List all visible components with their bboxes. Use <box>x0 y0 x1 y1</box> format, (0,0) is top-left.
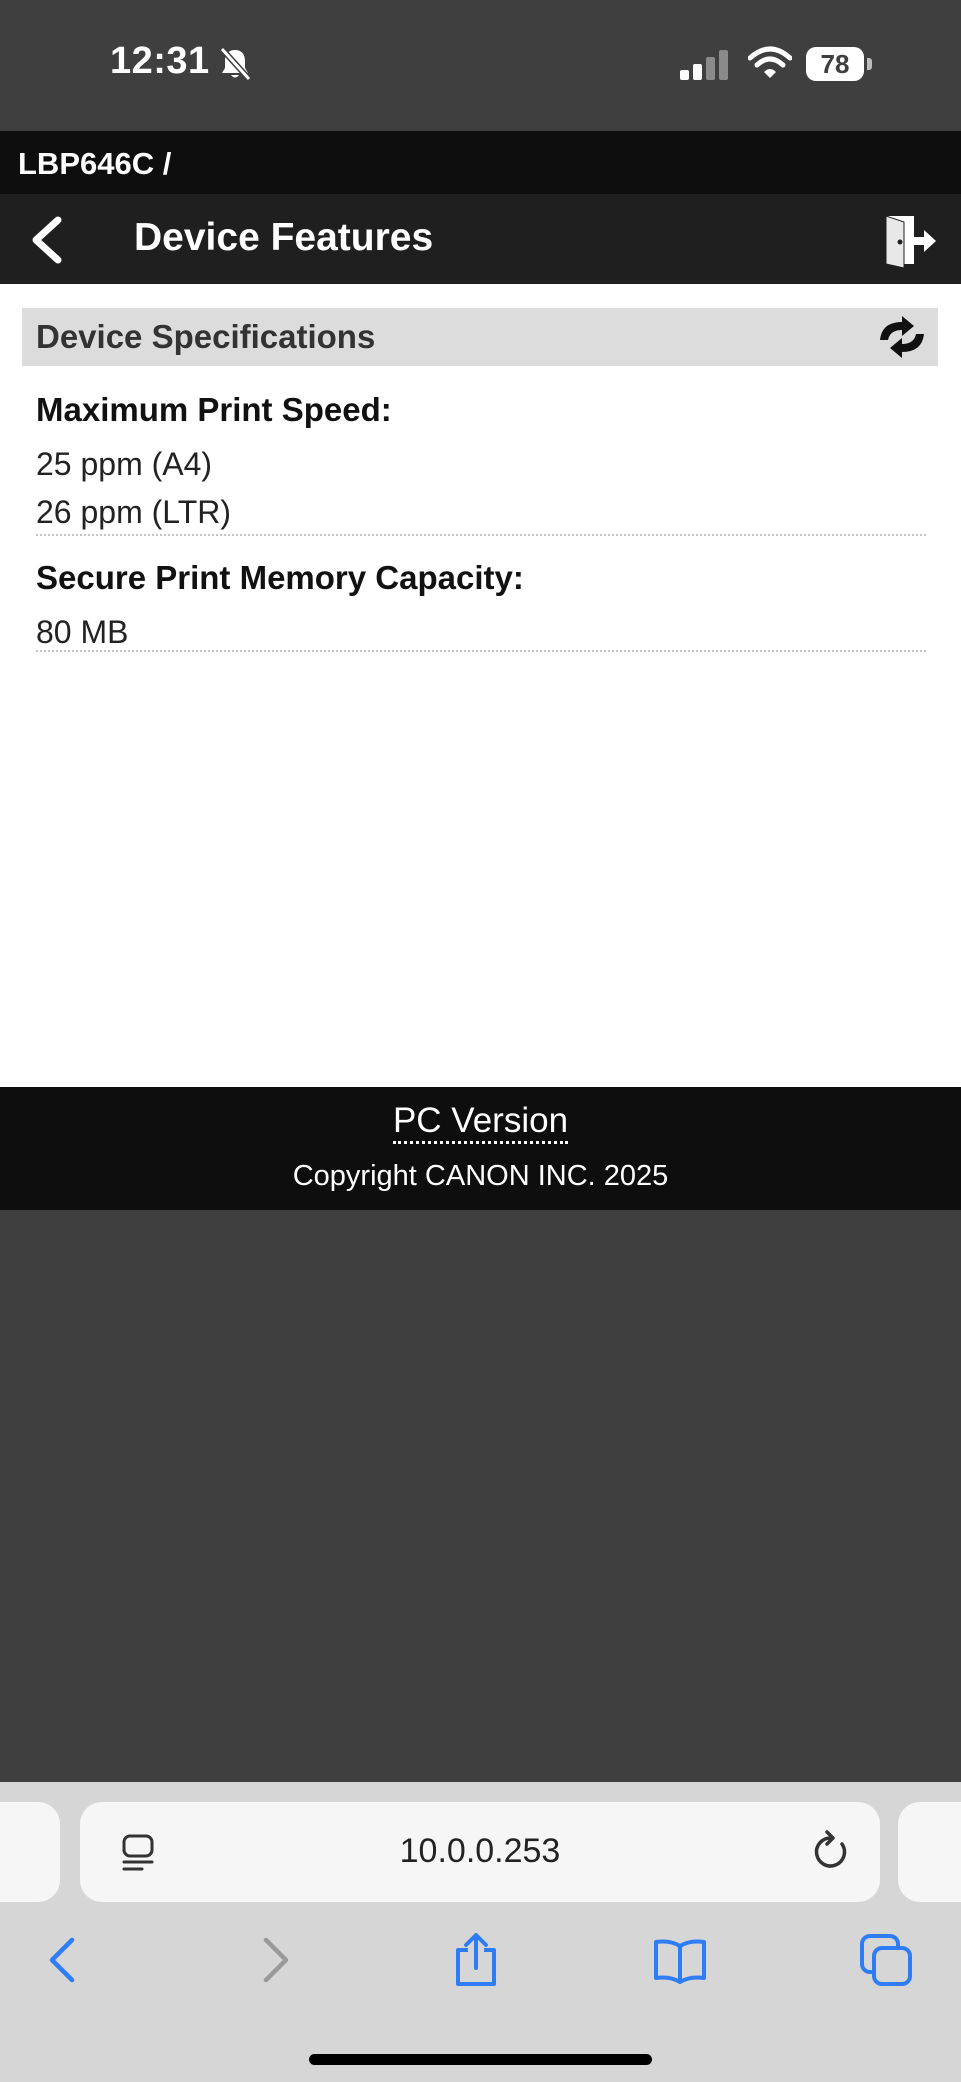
home-indicator <box>309 2054 652 2065</box>
section-header: Device Specifications <box>22 308 938 366</box>
pc-version-link[interactable]: PC Version <box>0 1101 961 1144</box>
reload-icon[interactable] <box>810 1828 852 1874</box>
url-text[interactable]: 10.0.0.253 <box>80 1832 880 1871</box>
tabs-icon[interactable] <box>858 1932 914 1988</box>
next-tab-preview[interactable] <box>898 1802 961 1902</box>
main-content: Device Specifications Maximum Print Spee… <box>0 284 961 1087</box>
refresh-arrows-icon[interactable] <box>872 312 932 362</box>
bookmarks-icon[interactable] <box>652 1932 708 1988</box>
share-icon[interactable] <box>448 1932 504 1988</box>
battery-indicator: 78 <box>806 47 864 81</box>
pc-version-label[interactable]: PC Version <box>392 1101 569 1144</box>
spec-item-print-speed: Maximum Print Speed: 25 ppm (A4) 26 ppm … <box>36 390 926 536</box>
spec-label: Secure Print Memory Capacity: <box>36 559 524 596</box>
logout-door-icon[interactable] <box>880 212 940 268</box>
nav-forward-icon[interactable] <box>246 1932 302 1988</box>
spec-value: 25 ppm (A4) <box>36 446 213 482</box>
signal-icon <box>680 50 728 80</box>
status-time: 12:31 <box>110 40 210 82</box>
breadcrumb-text: LBP646C / <box>18 146 172 181</box>
copyright-text: Copyright CANON INC. 2025 <box>292 1160 669 1192</box>
breadcrumb: LBP646C / <box>0 131 961 194</box>
spec-value: 80 MB <box>36 614 129 650</box>
spec-item-memory-capacity: Secure Print Memory Capacity: 80 MB <box>36 558 926 652</box>
spec-value: 26 ppm (LTR) <box>36 494 232 530</box>
title-bar: Device Features <box>0 194 961 284</box>
status-bar: 12:31 78 <box>0 0 961 131</box>
bell-slash-icon <box>219 46 252 82</box>
footer: PC Version Copyright CANON INC. 2025 <box>0 1087 961 1210</box>
browser-toolbar: 10.0.0.253 <box>0 1782 961 2082</box>
nav-back-icon[interactable] <box>36 1932 92 1988</box>
wifi-icon <box>748 46 792 78</box>
chevron-left-icon[interactable] <box>22 212 74 268</box>
battery-nub <box>867 58 872 70</box>
address-bar[interactable]: 10.0.0.253 <box>80 1802 880 1902</box>
section-title: Device Specifications <box>36 318 376 355</box>
page-title: Device Features <box>134 216 434 259</box>
spec-label: Maximum Print Speed: <box>36 391 392 428</box>
previous-tab-preview[interactable] <box>0 1802 60 1902</box>
